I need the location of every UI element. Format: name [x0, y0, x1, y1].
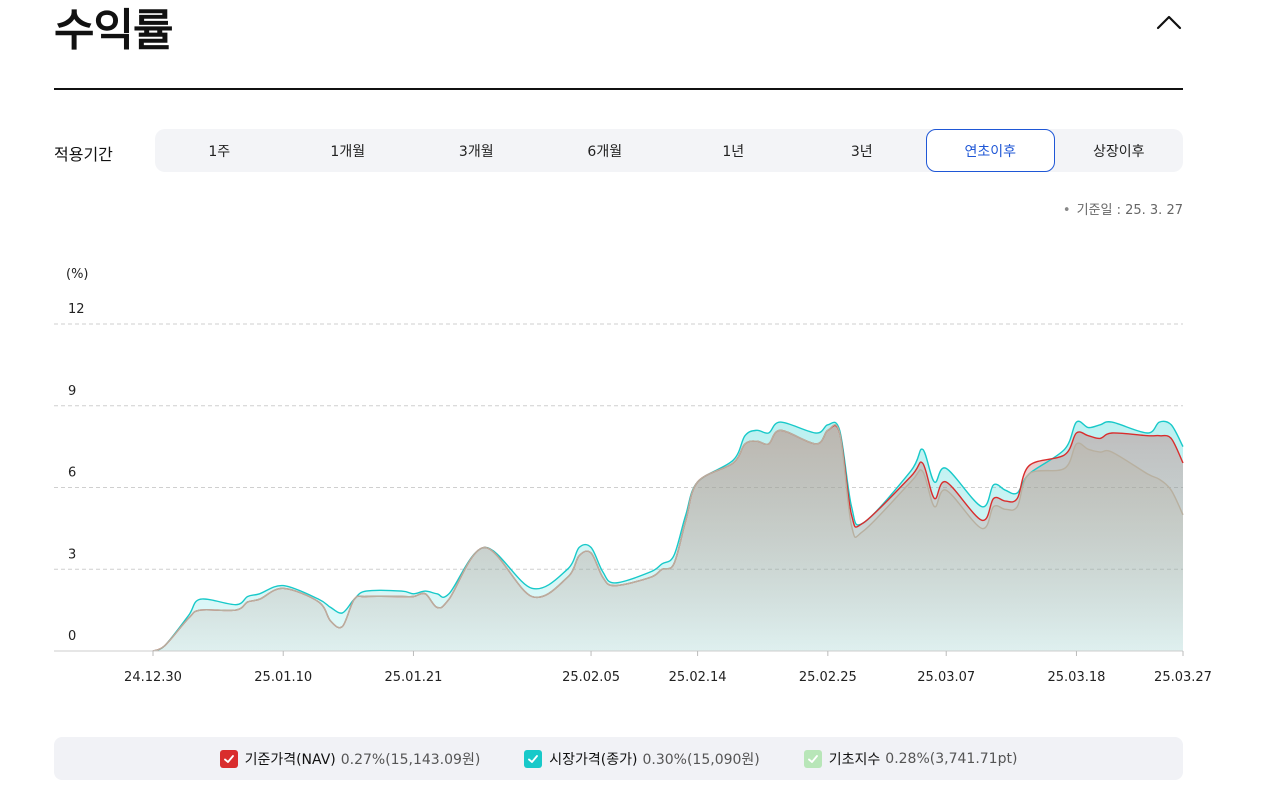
base-index-area — [153, 424, 1183, 651]
period-tab[interactable]: 상장이후 — [1055, 129, 1184, 172]
legend-name: 시장가격(종가) — [549, 751, 638, 768]
period-tab[interactable]: 연초이후 — [926, 129, 1055, 172]
legend-item[interactable]: 기초지수 0.28%(3,741.71pt) — [803, 749, 1018, 769]
collapse-button[interactable] — [1155, 8, 1183, 36]
x-tick-label: 25.02.25 — [799, 670, 857, 685]
x-tick-label: 25.03.27 — [1154, 670, 1212, 685]
x-tick-label: 25.03.18 — [1048, 670, 1106, 685]
period-label: 적용기간 — [54, 145, 113, 164]
base-date: • 기준일 : 25. 3. 27 — [1063, 199, 1183, 218]
legend-value: 0.28%(3,741.71pt) — [885, 750, 1018, 767]
y-tick-label: 0 — [68, 629, 76, 644]
x-tick-label: 25.02.05 — [562, 670, 620, 685]
period-tabs: 1주 1개월 3개월 6개월 1년 3년 연초이후 상장이후 — [155, 129, 1183, 172]
legend-item[interactable]: 기준가격(NAV) 0.27%(15,143.09원) — [219, 749, 481, 769]
period-tab[interactable]: 1주 — [155, 129, 284, 172]
x-tick-label: 24.12.30 — [124, 670, 182, 685]
legend-name: 기초지수 — [828, 751, 881, 768]
return-chart: (%) 0 3 6 9 12 24.12.30 25.01.10 25.01.21 25.02.0… — [54, 267, 1212, 685]
chevron-up-icon — [1156, 15, 1182, 30]
period-selector: 적용기간 1주 1개월 3개월 6개월 1년 3년 연초이후 상장이후 — [54, 129, 1183, 172]
page-title: 수익률 — [54, 5, 173, 56]
legend-value: 0.27%(15,143.09원) — [340, 751, 481, 768]
x-tick-label: 25.03.07 — [917, 670, 975, 685]
period-tab[interactable]: 1년 — [669, 129, 798, 172]
legend-value: 0.30%(15,090원) — [642, 751, 760, 768]
legend-name: 기준가격(NAV) — [244, 751, 336, 768]
y-tick-label: 12 — [68, 302, 85, 317]
legend-item[interactable]: 시장가격(종가) 0.30%(15,090원) — [524, 749, 760, 769]
period-tab[interactable]: 6개월 — [541, 129, 670, 172]
x-tick-label: 25.01.21 — [385, 670, 443, 685]
period-tab[interactable]: 3개월 — [412, 129, 541, 172]
y-tick-label: 3 — [68, 547, 76, 562]
checkbox-icon[interactable] — [524, 749, 543, 768]
checkbox-icon[interactable] — [803, 749, 822, 768]
checkbox-icon[interactable] — [219, 749, 238, 768]
x-tick-label: 25.02.14 — [669, 670, 727, 685]
base-date-text: 기준일 : 25. 3. 27 — [1076, 203, 1183, 218]
x-tick-label: 25.01.10 — [254, 670, 312, 685]
chart-legend: 기준가격(NAV) 0.27%(15,143.09원) 시장가격(종가) 0.30%(… — [54, 737, 1183, 780]
y-tick-label: 6 — [68, 466, 76, 481]
y-axis-label: (%) — [66, 267, 89, 282]
period-tab[interactable]: 1개월 — [284, 129, 413, 172]
bullet-icon: • — [1062, 203, 1071, 218]
period-tab[interactable]: 3년 — [798, 129, 927, 172]
y-tick-label: 9 — [68, 384, 76, 399]
section-header: 수익률 — [54, 0, 1183, 90]
